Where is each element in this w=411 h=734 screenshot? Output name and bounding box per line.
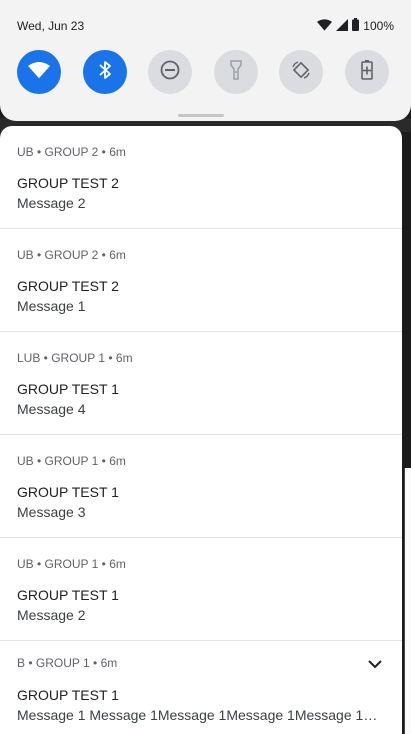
wifi-signal-icon xyxy=(317,18,333,34)
do-not-disturb-icon xyxy=(160,60,180,85)
notification-item[interactable]: UB • GROUP 1 • 6m GROUP TEST 1 Message 3 xyxy=(0,435,402,538)
notification-title: GROUP TEST 2 xyxy=(17,278,119,294)
notification-time: 6m xyxy=(115,351,133,365)
notification-app: UB xyxy=(17,557,34,571)
notification-title: GROUP TEST 1 xyxy=(17,381,119,397)
notification-item-expandable[interactable]: B • GROUP 1 • 6m GROUP TEST 1 Message 1 … xyxy=(0,641,402,734)
chevron-down-icon[interactable] xyxy=(366,655,384,673)
notification-header: B • GROUP 1 • 6m xyxy=(17,656,118,670)
bluetooth-icon xyxy=(98,60,112,85)
notification-title: GROUP TEST 2 xyxy=(17,175,119,191)
quick-settings-tiles xyxy=(17,50,389,94)
notification-app: UB xyxy=(17,454,34,468)
notification-group: GROUP 2 xyxy=(44,248,99,262)
bluetooth-tile[interactable] xyxy=(82,50,127,94)
notification-app: LUB xyxy=(17,351,41,365)
notification-group: GROUP 2 xyxy=(44,145,99,159)
notification-title: GROUP TEST 1 xyxy=(17,587,119,603)
notification-time: 6m xyxy=(109,557,126,571)
notification-header: UB • GROUP 1 • 6m xyxy=(17,557,126,571)
notification-time: 6m xyxy=(109,248,126,262)
notification-group: GROUP 1 xyxy=(44,454,99,468)
flashlight-icon xyxy=(230,59,242,85)
notification-group: GROUP 1 xyxy=(51,351,106,365)
notification-group: GROUP 1 xyxy=(35,656,90,670)
battery-percent: 100% xyxy=(363,19,394,33)
notification-body: Message 1 Message 1Message 1Message 1Mes… xyxy=(17,707,387,723)
notification-app: B xyxy=(17,656,26,670)
status-date: Wed, Jun 23 xyxy=(17,19,85,33)
quick-settings-panel: Wed, Jun 23 100% xyxy=(0,0,411,121)
notification-title: GROUP TEST 1 xyxy=(17,484,119,500)
notification-body: Message 3 xyxy=(17,504,86,520)
background-app-edge xyxy=(404,468,411,734)
notification-shade-screen: Wed, Jun 23 100% UB • GROUP 2 • 6m GROUP… xyxy=(0,0,411,734)
notification-header: UB • GROUP 1 • 6m xyxy=(17,454,126,468)
notification-time: 6m xyxy=(109,454,126,468)
wifi-icon xyxy=(28,61,50,84)
drag-handle[interactable] xyxy=(178,114,224,117)
notification-group: GROUP 1 xyxy=(44,557,99,571)
do-not-disturb-tile[interactable] xyxy=(148,50,193,94)
status-icons: 100% xyxy=(317,18,394,34)
auto-rotate-icon xyxy=(291,60,311,85)
notification-header: LUB • GROUP 1 • 6m xyxy=(17,351,133,365)
wifi-tile[interactable] xyxy=(17,50,61,94)
battery-saver-tile[interactable] xyxy=(344,50,389,94)
cell-signal-icon xyxy=(336,18,349,34)
auto-rotate-tile[interactable] xyxy=(279,50,324,94)
notification-body: Message 2 xyxy=(17,195,86,211)
notification-app: UB xyxy=(17,145,34,159)
notification-body: Message 2 xyxy=(17,607,86,623)
notification-time: 6m xyxy=(100,656,118,670)
notification-body: Message 1 xyxy=(17,298,86,314)
notification-item[interactable]: UB • GROUP 2 • 6m GROUP TEST 2 Message 1 xyxy=(0,229,402,332)
notification-title: GROUP TEST 1 xyxy=(17,687,119,703)
notification-time: 6m xyxy=(109,145,126,159)
notification-item[interactable]: LUB • GROUP 1 • 6m GROUP TEST 1 Message … xyxy=(0,332,402,435)
notification-list: UB • GROUP 2 • 6m GROUP TEST 2 Message 2… xyxy=(0,126,402,734)
notification-item[interactable]: UB • GROUP 1 • 6m GROUP TEST 1 Message 2 xyxy=(0,538,402,641)
notification-item[interactable]: UB • GROUP 2 • 6m GROUP TEST 2 Message 2 xyxy=(0,126,402,229)
notification-header: UB • GROUP 2 • 6m xyxy=(17,145,126,159)
notification-body: Message 4 xyxy=(17,401,86,417)
battery-icon xyxy=(352,18,360,34)
notification-header: UB • GROUP 2 • 6m xyxy=(17,248,126,262)
battery-saver-icon xyxy=(361,59,373,85)
flashlight-tile[interactable] xyxy=(213,50,258,94)
status-bar: Wed, Jun 23 100% xyxy=(17,16,394,36)
notification-app: UB xyxy=(17,248,34,262)
